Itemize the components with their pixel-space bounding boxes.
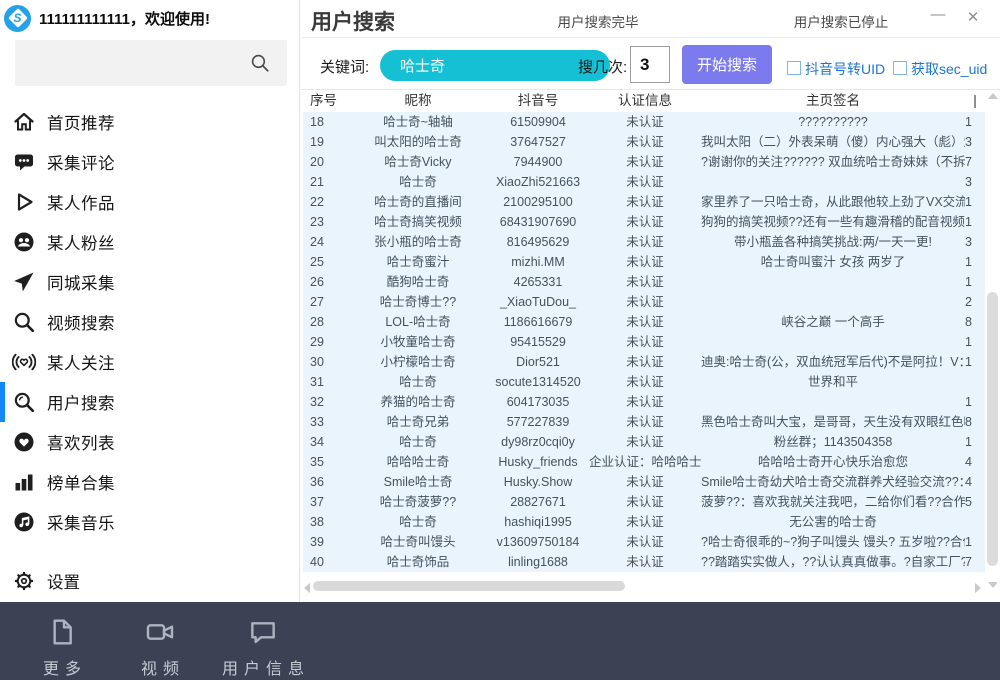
gear-icon [13, 570, 35, 592]
vertical-scrollbar-thumb[interactable] [987, 292, 998, 566]
table-row[interactable]: 33 哈士奇兄弟 577227839 未认证 黑色哈士奇叫大宝，是哥哥，天生没有… [303, 412, 985, 432]
sidebar: S 111111111111，欢迎使用! 首页推荐 采集评论 [0, 0, 300, 602]
chart-bars-icon [12, 470, 36, 494]
table-row[interactable]: 20 哈士奇Vicky 7944900 未认证 ?谢谢你的关注?????? 双血… [303, 152, 985, 172]
fans-icon [12, 230, 36, 254]
col-header-nickname: 昵称 [349, 90, 487, 112]
search-form: 关键词: 搜几次: 开始搜索 抖音号转UID 获取sec_uid [301, 38, 1000, 90]
home-icon [12, 110, 36, 134]
camera-icon [144, 616, 176, 648]
nav-arrow-icon [12, 270, 36, 294]
sidebar-search-box[interactable] [15, 40, 287, 86]
table-header: 序号 昵称 抖音号 认证信息 主页签名 | [303, 90, 985, 112]
follow-icon [12, 350, 36, 374]
table-row[interactable]: 18 哈士奇~轴轴 61509904 未认证 ?????????? 1 [303, 112, 985, 132]
col-header-partial: | [965, 90, 985, 112]
scroll-down-icon[interactable] [988, 582, 998, 588]
comment-icon [12, 150, 36, 174]
toolbar-item[interactable]: 视频 [128, 616, 192, 679]
col-header-signature: 主页签名 [701, 90, 965, 112]
main-panel: 用户搜索 用户搜索完毕 用户搜索已停止 — ✕ 关键词: 搜几次: 开始搜索 抖… [301, 0, 1000, 602]
scroll-up-icon[interactable] [988, 93, 998, 99]
horizontal-scrollbar-thumb[interactable] [313, 581, 625, 591]
table-row[interactable]: 35 哈哈哈士奇 Husky_friends 企业认证：哈哈哈士... 哈哈哈士… [303, 452, 985, 472]
app-logo-icon: S [4, 5, 31, 32]
table-row[interactable]: 31 哈士奇 socute1314520 未认证 世界和平 [303, 372, 985, 392]
table-row[interactable]: 37 哈士奇菠萝?? 28827671 未认证 菠萝??：喜欢我就关注我吧，二给… [303, 492, 985, 512]
sidebar-item[interactable]: 同城采集 [0, 262, 300, 302]
sidebar-item[interactable]: 首页推荐 [0, 102, 300, 142]
toolbar-item[interactable]: 更多 [30, 616, 94, 679]
bubble-icon [247, 616, 279, 648]
sidebar-item[interactable]: 某人作品 [0, 182, 300, 222]
music-circle-icon [12, 510, 36, 534]
table-row[interactable]: 21 哈士奇 XiaoZhi521663 未认证 3 [303, 172, 985, 192]
uid-checkbox-label[interactable]: 抖音号转UID [805, 59, 885, 79]
search-count-input[interactable] [630, 46, 670, 83]
status-search-stopped: 用户搜索已停止 [766, 11, 916, 31]
table-row[interactable]: 25 哈士奇蜜汁 mizhi.MM 未认证 哈士奇叫蜜汁 女孩 两岁了 1 [303, 252, 985, 272]
start-search-button[interactable]: 开始搜索 [682, 45, 772, 84]
file-icon [46, 616, 78, 648]
table-row[interactable]: 19 叫太阳的哈士奇 37647527 未认证 我叫太阳（二）外表呆萌（傻）内心… [303, 132, 985, 152]
close-button[interactable]: ✕ [962, 8, 984, 32]
minimize-button[interactable]: — [927, 6, 949, 30]
search-icon[interactable] [249, 52, 271, 74]
uid-checkbox[interactable] [787, 61, 801, 75]
table-row[interactable]: 24 张小瓶的哈士奇 816495629 未认证 带小瓶盖各种搞笑挑战:两/一天… [303, 232, 985, 252]
scroll-right-icon[interactable] [975, 583, 981, 593]
page-title: 用户搜索 [311, 6, 395, 36]
sidebar-item[interactable]: 某人关注 [0, 342, 300, 382]
sidebar-item[interactable]: 榜单合集 [0, 462, 300, 502]
col-header-douyin-id: 抖音号 [487, 90, 589, 112]
table-row[interactable]: 32 养猫的哈士奇 604173035 未认证 1 [303, 392, 985, 412]
table-row[interactable]: 30 小柠檬哈士奇 Dior521 未认证 迪奥:哈士奇(公，双血统冠军后代)不… [303, 352, 985, 372]
keyword-label: 关键词: [320, 56, 369, 77]
sidebar-nav: 首页推荐 采集评论 某人作品 某人粉丝 [0, 102, 300, 542]
sidebar-item[interactable]: 某人粉丝 [0, 222, 300, 262]
keyword-input[interactable] [380, 50, 610, 81]
table-row[interactable]: 38 哈士奇 hashiqi1995 未认证 无公害的哈士奇 [303, 512, 985, 532]
table-row[interactable]: 29 小牧童哈士奇 95415529 未认证 1 [303, 332, 985, 352]
col-header-index: 序号 [303, 90, 349, 112]
sidebar-item-settings[interactable]: 设置 [0, 561, 300, 601]
heart-circle-icon [12, 430, 36, 454]
titlebar: 用户搜索 用户搜索完毕 用户搜索已停止 — ✕ [301, 0, 1000, 38]
app-window: S 111111111111，欢迎使用! 首页推荐 采集评论 [0, 0, 1000, 680]
search-icon [12, 310, 36, 334]
welcome-text: 111111111111，欢迎使用! [39, 8, 210, 29]
table-row[interactable]: 40 哈士奇饰品 linling1688 未认证 ??踏踏实实做人，??认认真真… [303, 552, 985, 572]
scroll-left-icon[interactable] [304, 583, 310, 593]
table-row[interactable]: 26 酷狗哈士奇 4265331 未认证 1 [303, 272, 985, 292]
status-search-done: 用户搜索完毕 [523, 11, 673, 31]
vertical-scrollbar[interactable] [985, 90, 1000, 592]
table-row[interactable]: 34 哈士奇 dy98rz0cqi0y 未认证 粉丝群；1143504358 1 [303, 432, 985, 452]
table-row[interactable]: 39 哈士奇叫馒头 v13609750184 未认证 ?哈士奇很乖的~?狗子叫馒… [303, 532, 985, 552]
sidebar-item[interactable]: 用户搜索 [0, 382, 300, 422]
horizontal-scrollbar[interactable] [303, 580, 985, 593]
table-row[interactable]: 27 哈士奇博士?? _XiaoTuDou_ 未认证 2 [303, 292, 985, 312]
sidebar-item[interactable]: 视频搜索 [0, 302, 300, 342]
table-row[interactable]: 36 Smile哈士奇 Husky.Show 未认证 Smile哈士奇幼犬哈士奇… [303, 472, 985, 492]
sidebar-item[interactable]: 喜欢列表 [0, 422, 300, 462]
toolbar-item[interactable]: 用户信息 [218, 616, 308, 679]
sidebar-item[interactable]: 采集评论 [0, 142, 300, 182]
col-header-cert: 认证信息 [589, 90, 701, 112]
table-row[interactable]: 23 哈士奇搞笑视频 68431907690 未认证 狗狗的搞笑视频??还有一些… [303, 212, 985, 232]
table-row[interactable]: 22 哈士奇的直播间 2100295100 未认证 家里养了一只哈士奇，从此跟他… [303, 192, 985, 212]
sidebar-search-input[interactable] [23, 44, 243, 82]
sidebar-item[interactable]: 采集音乐 [0, 502, 300, 542]
search-count-label: 搜几次: [578, 56, 627, 77]
user-search-icon [12, 390, 36, 414]
play-icon [12, 190, 36, 214]
secuid-checkbox[interactable] [893, 61, 907, 75]
bottom-toolbar: 更多 视频 用户信息 [0, 602, 1000, 680]
secuid-checkbox-label[interactable]: 获取sec_uid [911, 59, 987, 79]
table-row[interactable]: 28 LOL-哈士奇 1186616679 未认证 峡谷之巅 一个高手 8 [303, 312, 985, 332]
results-table: 18 哈士奇~轴轴 61509904 未认证 ?????????? 1 19 叫… [303, 112, 985, 572]
sidebar-header: S 111111111111，欢迎使用! [4, 3, 210, 33]
